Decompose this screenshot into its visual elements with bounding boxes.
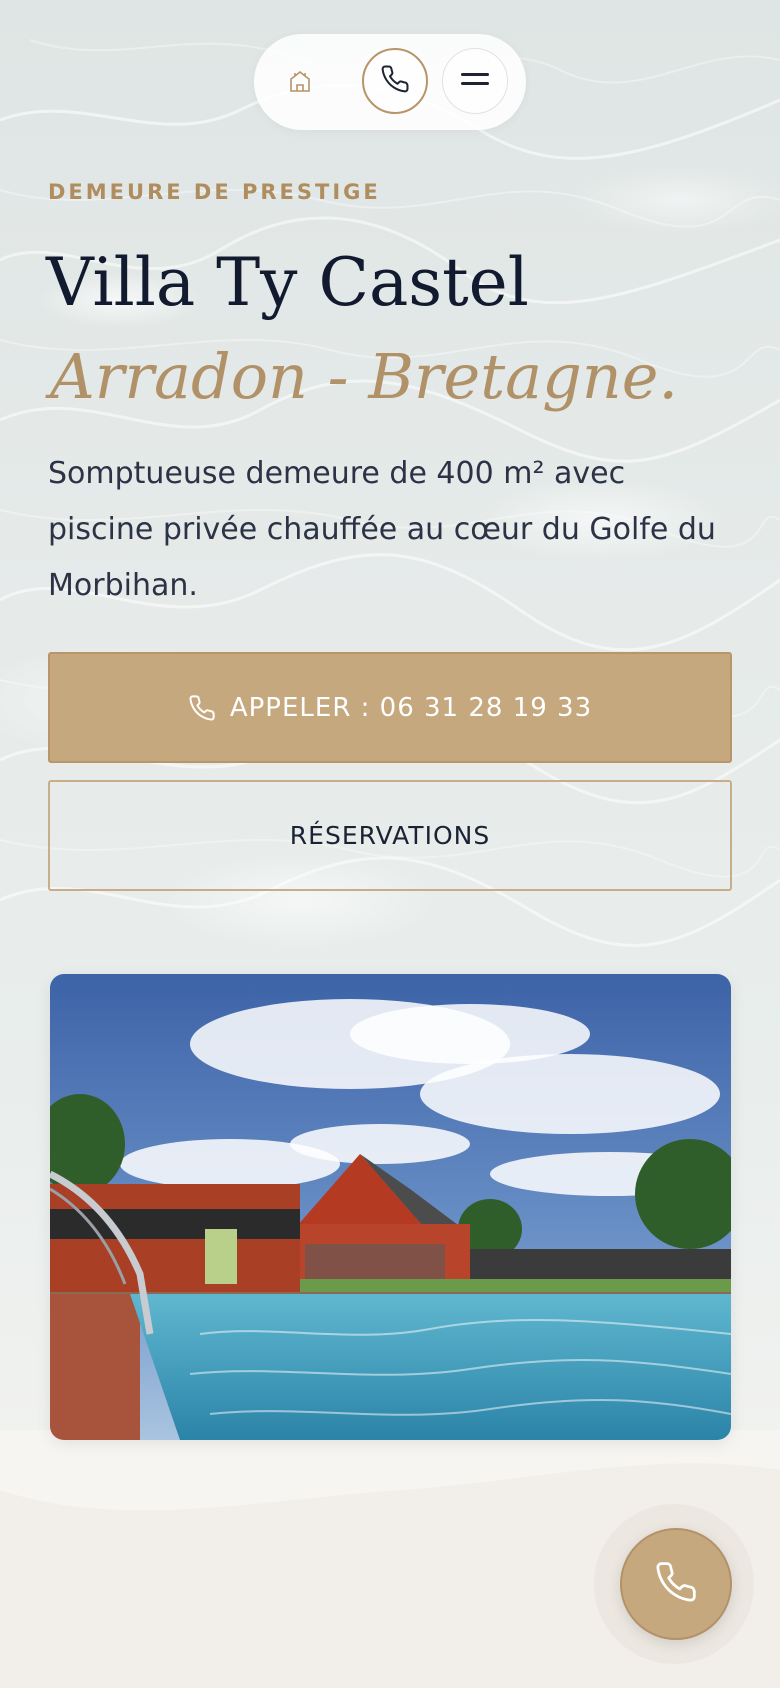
phone-icon [188, 694, 216, 722]
reservations-button-label: RÉSERVATIONS [289, 821, 491, 850]
page-title: Villa Ty Castel [46, 244, 529, 321]
header-nav-pill [254, 34, 526, 130]
phone-icon [380, 64, 410, 99]
menu-button[interactable] [442, 48, 508, 114]
hero-eyebrow: DEMEURE DE PRESTIGE [48, 180, 381, 204]
page-subtitle: Arradon - Bretagne. [50, 340, 679, 413]
phone-icon [654, 1560, 698, 1609]
header-call-button[interactable] [362, 48, 428, 114]
menu-icon [461, 71, 489, 92]
call-button-label: APPELER : 06 31 28 19 33 [229, 692, 593, 723]
hero-description: Somptueuse demeure de 400 m² avec piscin… [48, 456, 716, 603]
call-button[interactable]: APPELER : 06 31 28 19 33 [48, 652, 732, 763]
castle-icon[interactable] [286, 67, 314, 95]
reservations-button[interactable]: RÉSERVATIONS [48, 780, 732, 891]
villa-with-pool-photo [50, 974, 731, 1440]
floating-call-button[interactable] [620, 1528, 732, 1640]
